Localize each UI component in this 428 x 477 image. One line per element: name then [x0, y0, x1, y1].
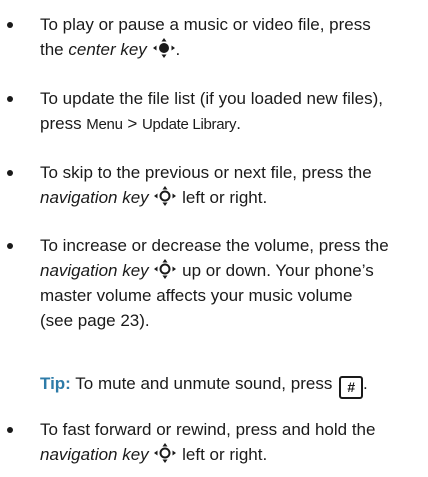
text-fragment: >: [122, 114, 142, 133]
navigation-key-icon: [154, 186, 177, 206]
list-item-line: navigation key left or right.: [40, 442, 375, 467]
bullet-icon: [7, 427, 13, 433]
menu-label: Menu: [86, 116, 123, 133]
key-name: navigation key: [40, 445, 149, 464]
tip-note: Tip: To mute and unmute sound, press #.: [40, 371, 368, 399]
list-item-line: master volume affects your music volume: [40, 286, 353, 305]
text-fragment: the: [40, 40, 69, 59]
list-item-line: To fast forward or rewind, press and hol…: [40, 420, 376, 439]
text-fragment: press: [40, 114, 87, 133]
list-item-update-library: To update the file list (if you loaded n…: [0, 86, 393, 137]
list-item-line: To increase or decrease the volume, pres…: [40, 236, 389, 255]
text-fragment: left or right.: [177, 445, 268, 464]
list-item-line: To play or pause a music or video file, …: [40, 15, 371, 34]
list-item-line: navigation key up or down. Your phone’s: [40, 258, 389, 283]
text-fragment: up or down. Your phone’s: [177, 261, 374, 280]
key-name: navigation key: [40, 188, 149, 207]
text-fragment: .: [175, 40, 181, 59]
navigation-key-icon: [154, 443, 177, 463]
key-name: center key: [68, 40, 147, 59]
list-item-skip: To skip to the previous or next file, pr…: [0, 160, 382, 210]
center-key-icon: [152, 38, 175, 58]
menu-item-label: Update Library: [142, 116, 237, 133]
navigation-key-icon: [154, 259, 177, 279]
tip-label: Tip:: [40, 374, 71, 393]
bullet-icon: [7, 22, 13, 28]
list-item-fast-forward: To fast forward or rewind, press and hol…: [0, 417, 385, 467]
pound-key-icon: #: [339, 376, 364, 399]
list-item-line: press Menu > Update Library.: [40, 111, 383, 137]
bullet-icon: [7, 96, 13, 102]
tip-suffix: .: [363, 374, 368, 393]
text-fragment: left or right.: [177, 188, 268, 207]
key-name: navigation key: [40, 261, 149, 280]
tip-text: To mute and unmute sound, press: [70, 374, 338, 393]
list-item-line: To update the file list (if you loaded n…: [40, 89, 384, 108]
list-item-line: (see page 23).: [40, 311, 150, 330]
list-item-line: navigation key left or right.: [40, 185, 372, 210]
manual-page: To play or pause a music or video file, …: [0, 0, 428, 477]
list-item-line: To skip to the previous or next file, pr…: [40, 163, 372, 182]
list-item-play-pause: To play or pause a music or video file, …: [0, 12, 381, 62]
bullet-icon: [7, 170, 13, 176]
list-item-volume: To increase or decrease the volume, pres…: [0, 233, 399, 333]
text-fragment: .: [236, 114, 241, 133]
list-item-line: the center key .: [40, 37, 371, 62]
bullet-icon: [7, 243, 13, 249]
